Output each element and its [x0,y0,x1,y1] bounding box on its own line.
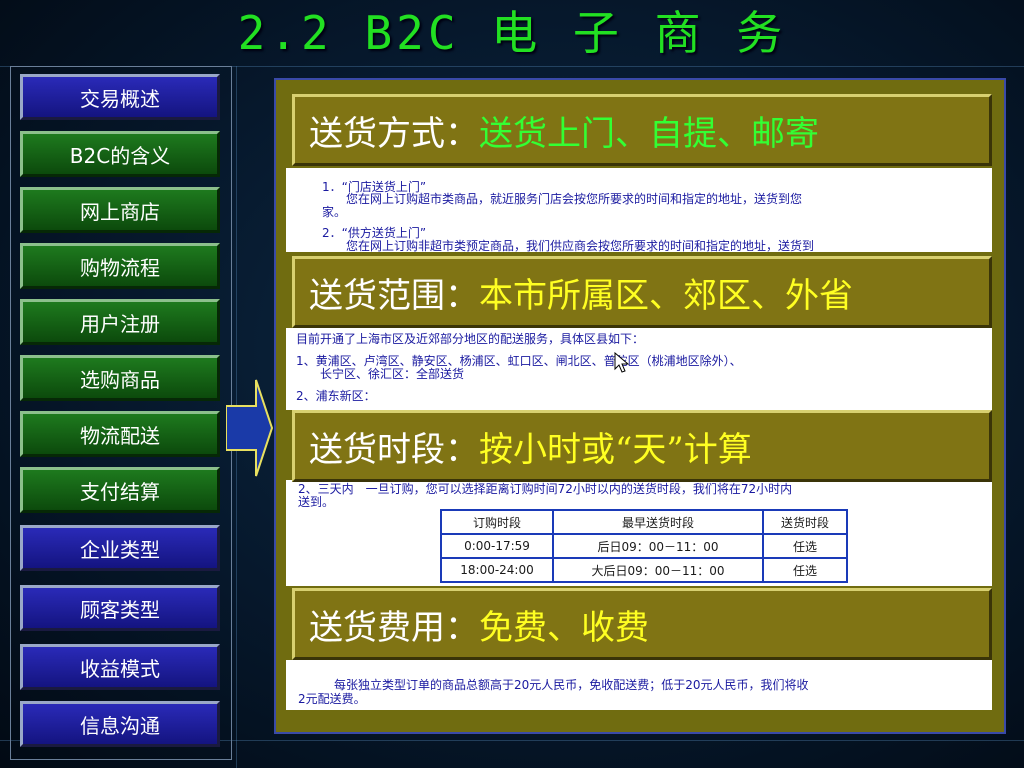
table-header-row: 订购时段 最早送货时段 送货时段 [440,509,848,535]
nav-item-logistics[interactable]: 物流配送 [20,411,220,457]
banner-delivery-fee: 送货费用： 免费、收费 [292,588,992,660]
banner-value: 免费、收费 [479,607,649,648]
banner-label: 送货方式： [309,113,479,154]
page-title: 2.2 B2C 电 子 商 务 [237,6,787,60]
panel-text: 目前开通了上海市区及近郊部分地区的配送服务，具体区县如下： [296,332,645,346]
table-cell: 大后日09：00－11：00 [552,557,764,583]
table-row: 18:00-24:00 大后日09：00－11：00 任选 [440,557,848,583]
nav-item-user-register[interactable]: 用户注册 [20,299,220,345]
banner-value: 本市所属区、郊区、外省 [479,275,853,316]
panel-text: 送到。 [298,495,335,509]
panel-text: 长宁区、徐汇区：全部送货 [296,367,465,381]
nav-item-customer-type[interactable]: 顾客类型 [20,585,220,631]
table-cell: 任选 [762,533,848,559]
nav-item-select-goods[interactable]: 选购商品 [20,355,220,401]
nav-item-enterprise-type[interactable]: 企业类型 [20,525,220,571]
panel-text: 您在网上订购非超市类预定商品，我们供应商会按您所要求的时间和指定的地址，送货到 [322,239,815,253]
banner-value: 送货上门、自提、邮寄 [479,113,819,154]
table-cell: 任选 [762,557,848,583]
panel-text: 2、浦东新区： [296,389,376,403]
table-header: 送货时段 [762,509,848,535]
nav-item-overview[interactable]: 交易概述 [20,74,220,120]
nav-item-b2c-meaning[interactable]: B2C的含义 [20,131,220,177]
table-cell: 后日09：00－11：00 [552,533,764,559]
mouse-cursor-icon [614,352,630,373]
panel-text: 2、三天内 一旦订购，您可以选择距离订购时间72小时以内的送货时段，我们将在72… [298,482,793,496]
banner-delivery-range: 送货范围： 本市所属区、郊区、外省 [292,256,992,328]
banner-label: 送货范围： [309,275,479,316]
banner-value: 按小时或“天”计算 [479,429,752,470]
panel-text: 您在网上订购超市类商品，就近服务门店会按您所要求的时间和指定的地址，送货到您 [322,192,803,206]
nav-item-revenue-model[interactable]: 收益模式 [20,644,220,690]
table-cell: 18:00-24:00 [440,557,554,583]
nav-item-shopping-flow[interactable]: 购物流程 [20,243,220,289]
table-cell: 0:00-17:59 [440,533,554,559]
banner-label: 送货费用： [309,607,479,648]
nav-item-online-store[interactable]: 网上商店 [20,187,220,233]
panel-text: 每张独立类型订单的商品总额高于20元人民币，免收配送费；低于20元人民币，我们将… [298,678,809,692]
banner-label: 送货时段： [309,429,479,470]
panel-text: 家。 [322,205,347,219]
nav-item-communication[interactable]: 信息沟通 [20,701,220,747]
table-header: 最早送货时段 [552,509,764,535]
delivery-schedule-table: 订购时段 最早送货时段 送货时段 0:00-17:59 后日09：00－11：0… [440,509,848,583]
banner-delivery-time: 送货时段： 按小时或“天”计算 [292,410,992,482]
right-arrow-icon [226,379,274,477]
table-row: 0:00-17:59 后日09：00－11：00 任选 [440,533,848,559]
table-header: 订购时段 [440,509,554,535]
banner-delivery-method: 送货方式： 送货上门、自提、邮寄 [292,94,992,166]
panel-text: 2元配送费。 [298,692,366,706]
nav-item-payment[interactable]: 支付结算 [20,467,220,513]
